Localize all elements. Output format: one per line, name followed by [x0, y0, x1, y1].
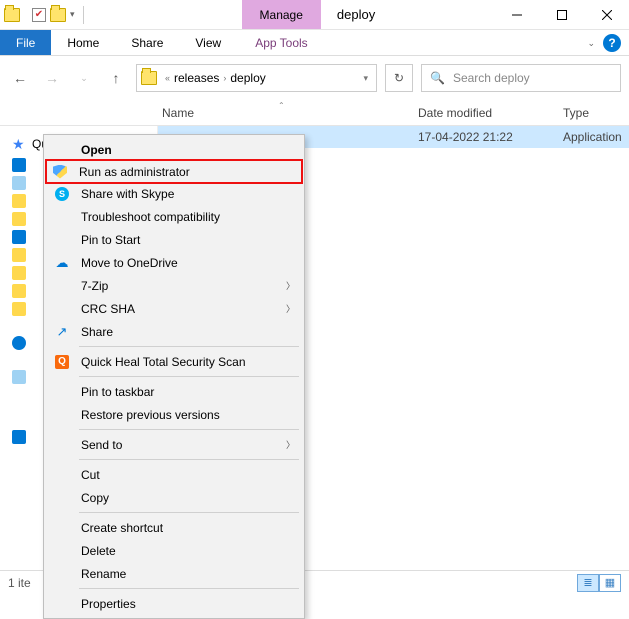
details-view-button[interactable]: ≣ [577, 574, 599, 592]
minimize-button[interactable] [494, 0, 539, 29]
sidebar-item-stub[interactable] [12, 230, 26, 244]
ctx-share[interactable]: ↗ Share [47, 320, 301, 343]
separator [79, 429, 299, 430]
chevron-right-icon[interactable]: › [219, 73, 230, 83]
maximize-icon [557, 10, 567, 20]
close-button[interactable] [584, 0, 629, 29]
address-bar[interactable]: « releases › deploy ▾ [136, 64, 377, 92]
skype-icon: S [55, 187, 69, 201]
address-dropdown-icon[interactable]: ▾ [359, 73, 372, 84]
star-icon: ★ [12, 137, 26, 151]
column-headers: ⌃ Name Date modified Type [0, 100, 629, 126]
search-input[interactable]: 🔍 Search deploy [421, 64, 621, 92]
window-title: deploy [321, 0, 391, 29]
sidebar-item-stub[interactable] [12, 370, 26, 384]
divider [83, 6, 84, 24]
large-icons-view-button[interactable]: ▦ [599, 574, 621, 592]
column-name[interactable]: Name [162, 106, 418, 120]
tab-home[interactable]: Home [51, 30, 115, 55]
minimize-icon [512, 10, 522, 20]
sidebar-item-stub[interactable] [12, 430, 26, 444]
ctx-restore-versions[interactable]: Restore previous versions [47, 403, 301, 426]
ctx-pin-taskbar[interactable]: Pin to taskbar [47, 380, 301, 403]
close-icon [602, 10, 612, 20]
sidebar-item-stub[interactable] [12, 176, 26, 190]
ribbon: File Home Share View App Tools ⌄ ? [0, 30, 629, 56]
ctx-delete[interactable]: Delete [47, 539, 301, 562]
title-bar: ✔ ▾ Manage deploy [0, 0, 629, 30]
sidebar-item-stub[interactable] [12, 194, 26, 208]
recent-dropdown[interactable]: ⌄ [72, 66, 96, 90]
tab-share[interactable]: Share [115, 30, 179, 55]
sort-indicator-icon: ⌃ [278, 101, 285, 110]
ribbon-expand-icon[interactable]: ⌄ [587, 38, 595, 49]
context-menu: Open Run as administrator S Share with S… [43, 134, 305, 619]
maximize-button[interactable] [539, 0, 584, 29]
file-type-cell: Application [563, 130, 629, 144]
ctx-7zip[interactable]: 7-Zip 〉 [47, 274, 301, 297]
sidebar-item-stub[interactable] [12, 158, 26, 172]
search-icon: 🔍 [430, 71, 445, 85]
sidebar-item-stub[interactable] [12, 266, 26, 280]
ctx-share-skype[interactable]: S Share with Skype [47, 182, 301, 205]
address-folder-icon [141, 71, 157, 85]
up-button[interactable]: ↑ [104, 66, 128, 90]
ctx-open[interactable]: Open [47, 138, 301, 161]
sidebar-item-stub[interactable] [12, 302, 26, 316]
sidebar-item-stub[interactable] [12, 212, 26, 226]
context-tab-manage[interactable]: Manage [242, 0, 321, 29]
file-tab[interactable]: File [0, 30, 51, 55]
ctx-copy[interactable]: Copy [47, 486, 301, 509]
ctx-rename[interactable]: Rename [47, 562, 301, 585]
breadcrumb-item[interactable]: deploy [230, 71, 265, 85]
chevron-right-icon: 〉 [286, 279, 295, 292]
sidebar-item-stub[interactable] [12, 284, 26, 298]
navigation-row: ← → ⌄ ↑ « releases › deploy ▾ ↻ 🔍 Search… [0, 56, 629, 100]
status-text: 1 ite [8, 576, 31, 590]
forward-button[interactable]: → [40, 66, 64, 90]
shield-icon [53, 165, 67, 179]
back-button[interactable]: ← [8, 66, 32, 90]
column-date[interactable]: Date modified [418, 106, 563, 120]
refresh-button[interactable]: ↻ [385, 64, 413, 92]
properties-qat-icon[interactable]: ✔ [32, 8, 46, 22]
folder-icon [4, 8, 20, 22]
chevron-right-icon: 〉 [286, 302, 295, 315]
qat-more-icon[interactable]: ▾ [70, 9, 75, 20]
sidebar-item-stub[interactable] [12, 336, 26, 350]
new-folder-qat-icon[interactable] [50, 8, 66, 22]
separator [79, 512, 299, 513]
ctx-send-to[interactable]: Send to 〉 [47, 433, 301, 456]
ctx-create-shortcut[interactable]: Create shortcut [47, 516, 301, 539]
chevron-right-icon: 〉 [286, 438, 295, 451]
ctx-crc-sha[interactable]: CRC SHA 〉 [47, 297, 301, 320]
separator [79, 376, 299, 377]
ctx-quickheal[interactable]: Q Quick Heal Total Security Scan [47, 350, 301, 373]
quickheal-icon: Q [55, 355, 69, 369]
separator [79, 588, 299, 589]
ctx-properties[interactable]: Properties [47, 592, 301, 615]
ctx-troubleshoot[interactable]: Troubleshoot compatibility [47, 205, 301, 228]
chevron-right-icon[interactable]: « [161, 73, 174, 83]
share-icon: ↗ [55, 325, 69, 339]
separator [79, 346, 299, 347]
ctx-move-onedrive[interactable]: ☁ Move to OneDrive [47, 251, 301, 274]
file-date-cell: 17-04-2022 21:22 [418, 130, 563, 144]
ctx-cut[interactable]: Cut [47, 463, 301, 486]
search-placeholder: Search deploy [453, 71, 530, 85]
cloud-icon: ☁ [55, 256, 69, 270]
tab-app-tools[interactable]: App Tools [239, 30, 323, 55]
ctx-pin-start[interactable]: Pin to Start [47, 228, 301, 251]
ctx-run-as-admin[interactable]: Run as administrator [45, 159, 303, 184]
help-icon[interactable]: ? [603, 34, 621, 52]
separator [79, 459, 299, 460]
tab-view[interactable]: View [179, 30, 237, 55]
column-type[interactable]: Type [563, 106, 629, 120]
breadcrumb-item[interactable]: releases [174, 71, 219, 85]
sidebar-item-stub[interactable] [12, 248, 26, 262]
